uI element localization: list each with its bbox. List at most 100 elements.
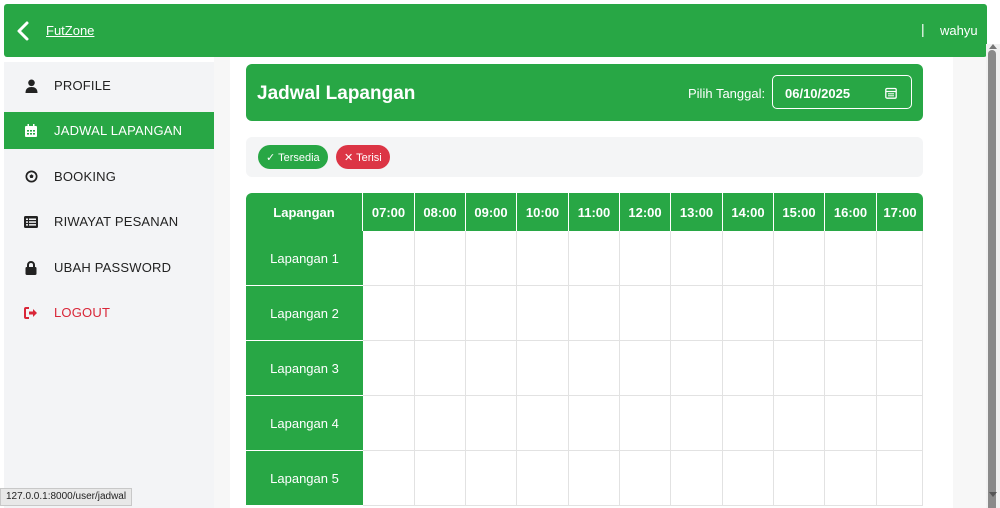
date-picker-label: Pilih Tanggal: [688, 86, 766, 101]
slot-cell[interactable] [415, 286, 466, 341]
slot-cell[interactable] [774, 231, 825, 286]
slot-cell[interactable] [466, 231, 517, 286]
slot-cell[interactable] [671, 451, 723, 506]
slot-cell[interactable] [620, 231, 671, 286]
slot-cell[interactable] [671, 396, 723, 451]
slot-cell[interactable] [415, 451, 466, 506]
sidebar-item-jadwal-lapangan[interactable]: JADWAL LAPANGAN [4, 112, 214, 149]
scrollbar-thumb[interactable] [988, 50, 996, 508]
slot-cell[interactable] [620, 396, 671, 451]
date-value: 06/10/2025 [785, 86, 851, 101]
calendar-icon[interactable] [885, 86, 897, 104]
slot-cell[interactable] [517, 341, 569, 396]
column-header-time: 09:00 [466, 193, 517, 231]
slot-cell[interactable] [466, 396, 517, 451]
slot-cell[interactable] [363, 451, 415, 506]
slot-cell[interactable] [671, 286, 723, 341]
slot-cell[interactable] [415, 231, 466, 286]
page-title: Jadwal Lapangan [257, 83, 416, 104]
slot-cell[interactable] [671, 341, 723, 396]
slot-cell[interactable] [825, 286, 877, 341]
sidebar-item-label: PROFILE [54, 78, 112, 93]
slot-cell[interactable] [774, 451, 825, 506]
date-picker-input[interactable]: 06/10/2025 [772, 75, 912, 109]
lock-icon [24, 260, 38, 275]
sidebar-item-label: UBAH PASSWORD [54, 260, 172, 275]
sidebar: PROFILE JADWAL LAPANGAN BOOKING RIWAYAT … [4, 62, 214, 508]
slot-cell[interactable] [877, 231, 923, 286]
column-header-time: 17:00 [883, 204, 917, 220]
sidebar-item-ubah-password[interactable]: UBAH PASSWORD [4, 249, 214, 286]
scroll-up-arrow-icon[interactable] [989, 44, 997, 49]
table-row: Lapangan 4 [246, 396, 923, 451]
slot-cell[interactable] [825, 231, 877, 286]
column-header-lapangan: Lapangan [246, 193, 363, 231]
calendar-icon [24, 124, 38, 138]
slot-cell[interactable] [363, 286, 415, 341]
slot-cell[interactable] [877, 341, 923, 396]
slot-cell[interactable] [877, 396, 923, 451]
slot-cell[interactable] [517, 451, 569, 506]
slot-cell[interactable] [517, 231, 569, 286]
schedule-table: Lapangan 07:00 08:00 09:00 10:00 11:00 1… [246, 193, 923, 508]
slot-cell[interactable] [569, 286, 620, 341]
slot-cell[interactable] [363, 341, 415, 396]
table-row: Lapangan 5 [246, 451, 923, 506]
slot-cell[interactable] [723, 341, 774, 396]
list-icon [24, 215, 38, 229]
slot-cell[interactable] [569, 451, 620, 506]
field-name-cell: Lapangan 4 [246, 396, 363, 451]
slot-cell[interactable] [569, 341, 620, 396]
slot-cell[interactable] [466, 341, 517, 396]
slot-cell[interactable] [569, 396, 620, 451]
logout-icon [24, 306, 38, 320]
sidebar-item-profile[interactable]: PROFILE [4, 67, 214, 104]
slot-cell[interactable] [774, 341, 825, 396]
slot-cell[interactable] [620, 341, 671, 396]
table-row: Lapangan 2 [246, 286, 923, 341]
navbar-divider: | [921, 21, 925, 37]
column-header-time: 10:00 [517, 193, 569, 231]
top-navbar: FutZone | wahyu [4, 4, 987, 57]
slot-cell[interactable] [774, 396, 825, 451]
slot-cell[interactable] [620, 286, 671, 341]
slot-cell[interactable] [466, 286, 517, 341]
slot-cell[interactable] [723, 286, 774, 341]
slot-cell[interactable] [877, 451, 923, 506]
scroll-down-arrow-icon[interactable] [989, 492, 997, 497]
slot-cell[interactable] [723, 451, 774, 506]
page-scrollbar[interactable] [986, 44, 1000, 508]
slot-cell[interactable] [620, 451, 671, 506]
slot-cell[interactable] [877, 286, 923, 341]
slot-cell[interactable] [415, 341, 466, 396]
field-name-cell: Lapangan 5 [246, 451, 363, 506]
slot-cell[interactable] [466, 451, 517, 506]
slot-cell[interactable] [363, 231, 415, 286]
sidebar-item-booking[interactable]: BOOKING [4, 158, 214, 195]
column-header-time: 16:00 [825, 193, 877, 231]
legend-available-badge: ✓ Tersedia [258, 145, 328, 169]
sidebar-item-logout[interactable]: LOGOUT [4, 294, 214, 331]
username-label[interactable]: wahyu [940, 23, 978, 38]
slot-cell[interactable] [825, 341, 877, 396]
column-header-time: 08:00 [415, 193, 466, 231]
slot-cell[interactable] [825, 451, 877, 506]
sidebar-item-riwayat-pesanan[interactable]: RIWAYAT PESANAN [4, 203, 214, 240]
slot-cell[interactable] [723, 396, 774, 451]
soccer-ball-icon [24, 170, 38, 184]
slot-cell[interactable] [517, 396, 569, 451]
slot-cell[interactable] [825, 396, 877, 451]
sidebar-item-label: JADWAL LAPANGAN [54, 123, 183, 138]
slot-cell[interactable] [569, 231, 620, 286]
brand-link[interactable]: FutZone [46, 23, 94, 38]
sidebar-item-label: RIWAYAT PESANAN [54, 214, 179, 229]
slot-cell[interactable] [415, 396, 466, 451]
table-row: Lapangan 1 [246, 231, 923, 286]
back-arrow-icon[interactable] [14, 20, 34, 42]
slot-cell[interactable] [723, 231, 774, 286]
slot-cell[interactable] [363, 396, 415, 451]
table-header-row: Lapangan 07:00 08:00 09:00 10:00 11:00 1… [246, 193, 923, 231]
slot-cell[interactable] [671, 231, 723, 286]
slot-cell[interactable] [517, 286, 569, 341]
slot-cell[interactable] [774, 286, 825, 341]
